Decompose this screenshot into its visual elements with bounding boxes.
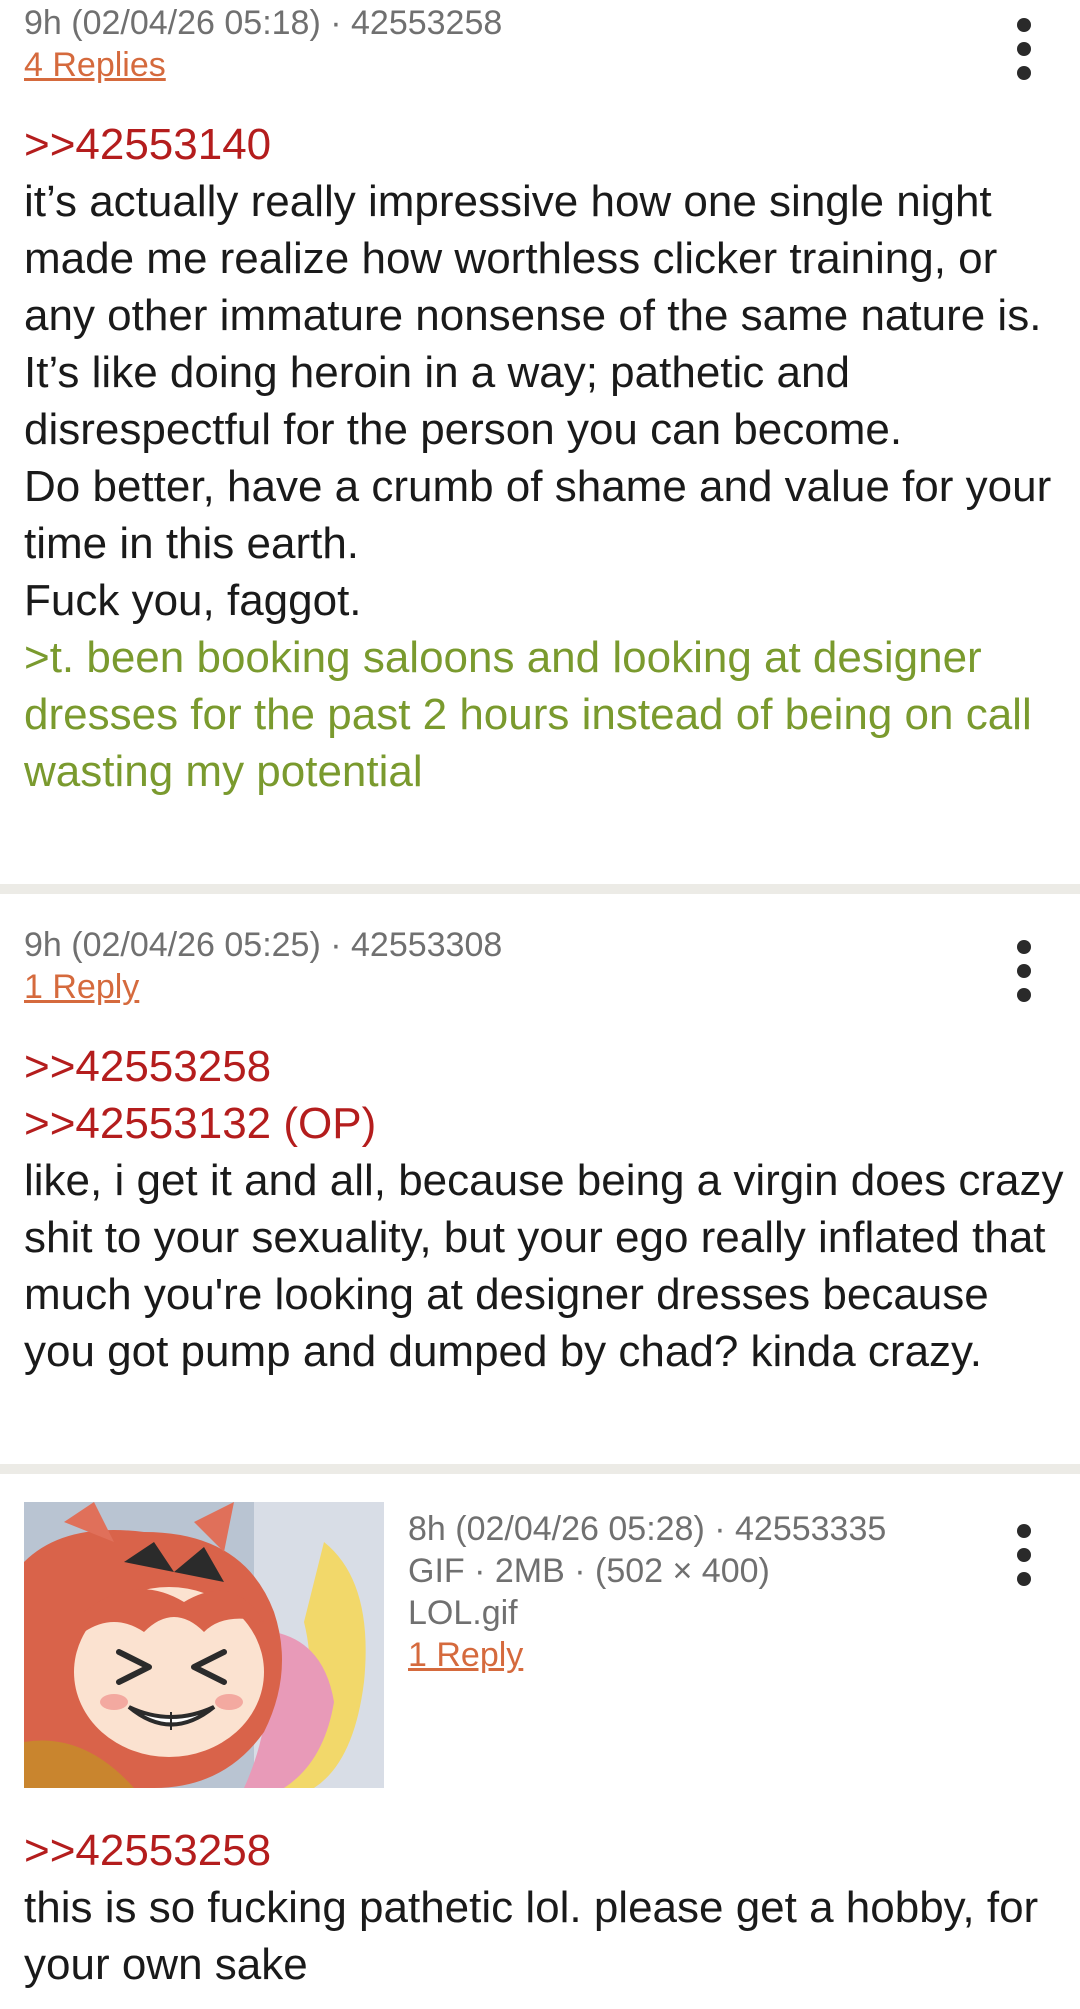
post-meta: 9h (02/04/26 05:18) · 42553258 bbox=[24, 4, 503, 42]
post-body: >>42553140 it’s actually really impressi… bbox=[24, 116, 1064, 800]
quote-link-op[interactable]: >>42553132 (OP) bbox=[24, 1095, 1064, 1152]
replies-link[interactable]: 1 Reply bbox=[408, 1634, 523, 1676]
post-text: it’s actually really impressive how one … bbox=[24, 177, 1042, 454]
more-vertical-icon[interactable] bbox=[1004, 936, 1044, 1006]
post-42553335: 8h (02/04/26 05:28) · 42553335 GIF · 2MB… bbox=[0, 1474, 1080, 2009]
file-name: LOL.gif bbox=[408, 1594, 518, 1632]
post-42553258: 9h (02/04/26 05:18) · 42553258 4 Replies… bbox=[0, 0, 1080, 884]
quote-link[interactable]: >>42553140 bbox=[24, 116, 1064, 173]
post-meta: 9h (02/04/26 05:25) · 42553308 bbox=[24, 926, 503, 964]
file-info: GIF · 2MB · (502 × 400) bbox=[408, 1552, 770, 1590]
post-body: >>42553258 this is so fucking pathetic l… bbox=[24, 1822, 1064, 1993]
more-vertical-icon[interactable] bbox=[1004, 14, 1044, 84]
post-text: Do better, have a crumb of shame and val… bbox=[24, 462, 1052, 568]
post-text: Fuck you, faggot. bbox=[24, 576, 362, 625]
replies-link[interactable]: 1 Reply bbox=[24, 966, 139, 1008]
post-divider bbox=[0, 884, 1080, 894]
quote-link[interactable]: >>42553258 bbox=[24, 1038, 1064, 1095]
post-text: like, i get it and all, because being a … bbox=[24, 1156, 1064, 1376]
post-text: this is so fucking pathetic lol. please … bbox=[24, 1883, 1039, 1989]
greentext: >t. been booking saloons and looking at … bbox=[24, 633, 1032, 796]
post-42553308: 9h (02/04/26 05:25) · 42553308 1 Reply >… bbox=[0, 894, 1080, 1464]
post-divider bbox=[0, 1464, 1080, 1474]
post-body: >>42553258 >>42553132 (OP) like, i get i… bbox=[24, 1038, 1064, 1380]
quote-link[interactable]: >>42553258 bbox=[24, 1822, 1064, 1879]
post-meta: 8h (02/04/26 05:28) · 42553335 bbox=[408, 1510, 887, 1548]
more-vertical-icon[interactable] bbox=[1004, 1520, 1044, 1590]
anime-girl-thumbnail[interactable] bbox=[24, 1502, 384, 1788]
replies-link[interactable]: 4 Replies bbox=[24, 44, 166, 86]
